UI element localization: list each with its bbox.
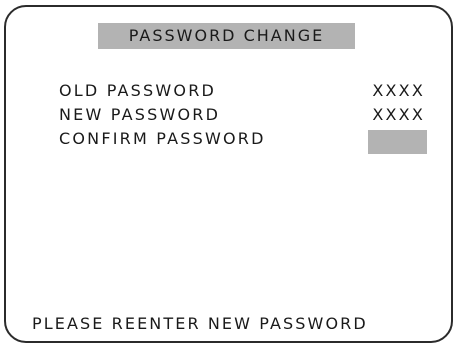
status-message: PLEASE REENTER NEW PASSWORD <box>32 314 368 333</box>
screen-title: PASSWORD CHANGE <box>98 23 355 49</box>
osd-screen <box>4 5 453 343</box>
new-password-label: NEW PASSWORD <box>59 105 221 124</box>
old-password-value: XXXX <box>372 81 425 100</box>
confirm-password-label: CONFIRM PASSWORD <box>59 129 266 148</box>
old-password-label: OLD PASSWORD <box>59 81 217 100</box>
new-password-value: XXXX <box>372 105 425 124</box>
confirm-password-input[interactable] <box>368 130 427 154</box>
